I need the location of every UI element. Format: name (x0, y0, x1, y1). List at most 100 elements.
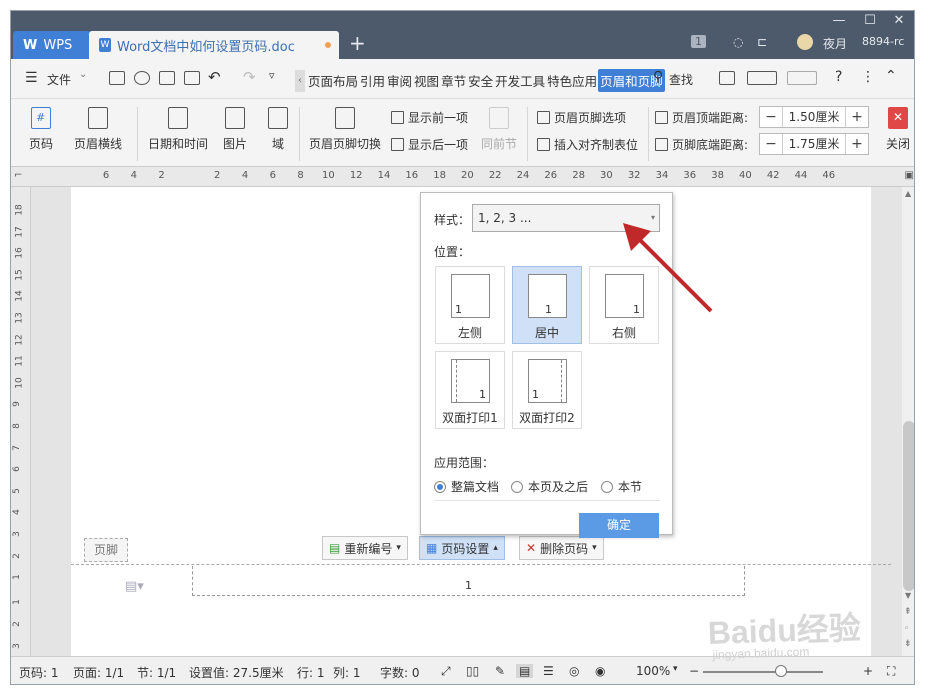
scope-whole-document[interactable]: 整篇文档 (434, 478, 499, 495)
scroll-up-icon[interactable]: ▲ (905, 189, 911, 198)
next-page-icon[interactable]: ⇟ (904, 639, 912, 649)
status-page-number[interactable]: 页码: 1 (19, 664, 59, 681)
user-name[interactable]: 夜月 (823, 35, 847, 52)
status-row[interactable]: 行: 1 (297, 664, 325, 681)
position-center[interactable]: 1 居中 (512, 266, 582, 344)
zoom-in-button[interactable]: + (863, 664, 873, 678)
user-avatar[interactable] (797, 34, 813, 50)
fullscreen-icon[interactable]: ⤢ (441, 664, 451, 679)
prev-page-icon[interactable]: ⇞ (904, 607, 912, 617)
position-duplex-2[interactable]: 1 双面打印2 (512, 351, 582, 429)
tab-developer[interactable]: 开发工具 (494, 71, 546, 90)
hamburger-icon[interactable]: ☰ (25, 70, 38, 86)
export-icon[interactable] (134, 71, 150, 85)
tab-references[interactable]: 引用 (359, 71, 386, 90)
collapse-ribbon-icon[interactable]: ⌃ (885, 68, 897, 84)
outline-view-icon[interactable]: ☰ (543, 664, 554, 678)
decrement-button[interactable]: − (760, 109, 782, 125)
zoom-out-button[interactable]: − (689, 664, 699, 678)
window-counter-badge[interactable]: 1 (691, 35, 706, 48)
scrollbar-thumb[interactable] (903, 421, 914, 591)
picture-button[interactable]: 图片 (215, 107, 255, 152)
share-doc-icon[interactable] (719, 71, 735, 85)
comment-dropdown-icon[interactable] (747, 71, 777, 85)
eye-protection-icon[interactable]: ◉ (595, 664, 605, 678)
scroll-left-icon[interactable]: ‹ (295, 69, 305, 92)
select-browse-icon[interactable]: ◦ (904, 624, 909, 634)
tab-security[interactable]: 安全 (467, 71, 494, 90)
show-prev-button[interactable]: 显示前一项 (391, 109, 468, 126)
header-footer-switch-button[interactable]: 页眉页脚切换 (307, 107, 383, 152)
page-view-icon[interactable]: ▤ (516, 664, 534, 678)
increment-button[interactable]: + (846, 109, 868, 125)
tab-document[interactable]: W Word文档中如何设置页码.doc (89, 31, 339, 59)
header-top-value[interactable]: 1.50厘米 (782, 107, 846, 127)
header-top-stepper[interactable]: − 1.50厘米 + (759, 106, 869, 128)
print-preview-icon[interactable] (184, 71, 200, 85)
ok-button[interactable]: 确定 (579, 513, 659, 538)
vertical-scrollbar[interactable]: ▲ ▼ ⇞ ◦ ⇟ (902, 187, 914, 656)
tab-view[interactable]: 视图 (413, 71, 440, 90)
undo-icon[interactable]: ↶ (208, 68, 221, 86)
tab-review[interactable]: 审阅 (386, 71, 413, 90)
show-next-button[interactable]: 显示后一项 (391, 136, 468, 153)
status-section[interactable]: 节: 1/1 (137, 664, 176, 681)
minimize-button[interactable]: — (828, 13, 850, 28)
scroll-down-icon[interactable]: ▼ (905, 591, 911, 600)
datetime-button[interactable]: 日期和时间 (145, 107, 211, 152)
delete-page-number-button[interactable]: ✕ 删除页码 ▾ (519, 536, 604, 560)
zoom-dropdown-icon[interactable]: ▾ (673, 664, 678, 674)
decrement-button[interactable]: − (760, 136, 782, 152)
increment-button[interactable]: + (846, 136, 868, 152)
zoom-slider-track[interactable] (703, 671, 823, 673)
status-col[interactable]: 列: 1 (333, 664, 361, 681)
footer-content-box[interactable]: 1 (192, 566, 745, 596)
cloud-dropdown-icon[interactable] (787, 71, 817, 85)
find-button[interactable]: 查找 (669, 71, 693, 88)
page-number-button[interactable]: # 页码 (23, 107, 59, 152)
pen-icon[interactable]: ✎ (495, 664, 505, 678)
insert-align-tab-button[interactable]: 插入对齐制表位 (537, 136, 638, 153)
zoom-value[interactable]: 100% (636, 664, 670, 678)
tab-special[interactable]: 特色应用 (546, 71, 598, 90)
header-line-button[interactable]: 页眉横线 (67, 107, 129, 152)
zoom-slider-knob[interactable] (775, 665, 787, 677)
tab-wps-home[interactable]: W WPS (13, 31, 91, 59)
tab-stop-icon[interactable]: ⌐ (14, 170, 22, 181)
web-view-icon[interactable]: ◎ (569, 664, 579, 678)
more-icon[interactable]: ⋮ (861, 69, 875, 85)
paste-options-icon[interactable]: ▤▾ (125, 579, 144, 594)
close-window-button[interactable]: ✕ (888, 13, 910, 28)
new-tab-button[interactable]: + (349, 31, 366, 55)
page-setup-button[interactable]: ▦ 页码设置 ▴ (419, 536, 505, 560)
footer-bottom-value[interactable]: 1.75厘米 (782, 134, 846, 154)
status-words[interactable]: 字数: 0 (380, 664, 420, 681)
customize-dropdown-icon[interactable]: ▿ (269, 69, 275, 82)
position-left[interactable]: 1 左侧 (435, 266, 505, 344)
chevron-down-icon[interactable]: ⌄ (79, 69, 87, 80)
status-page[interactable]: 页面: 1/1 (73, 664, 124, 681)
share-icon[interactable]: ⊏ (757, 35, 767, 49)
read-mode-icon[interactable]: ▯▯ (466, 664, 479, 678)
scope-this-section[interactable]: 本节 (601, 478, 642, 495)
maximize-button[interactable]: ☐ (859, 13, 881, 28)
status-setting[interactable]: 设置值: 27.5厘米 (189, 664, 284, 681)
fit-window-icon[interactable]: ⛶ (887, 664, 895, 679)
redo-icon[interactable]: ↷ (243, 68, 256, 86)
help-icon[interactable]: ? (835, 69, 842, 85)
tab-page-layout[interactable]: 页面布局 (307, 71, 359, 90)
position-duplex-1[interactable]: 1 双面打印1 (435, 351, 505, 429)
scope-this-page-onward[interactable]: 本页及之后 (511, 478, 588, 495)
print-icon[interactable] (159, 71, 175, 85)
renumber-button[interactable]: ▤ 重新编号 ▾ (322, 536, 408, 560)
hf-options-button[interactable]: 页眉页脚选项 (537, 109, 626, 126)
ruler-toggle-icon[interactable]: ▣ (905, 170, 914, 181)
close-hf-button[interactable]: ✕ 关闭 (883, 107, 913, 152)
save-icon[interactable] (109, 71, 125, 85)
skin-icon[interactable]: ◌ (733, 35, 743, 49)
tab-section[interactable]: 章节 (440, 71, 467, 90)
field-button[interactable]: 域 (263, 107, 293, 152)
file-menu[interactable]: 文件 (47, 71, 71, 88)
search-icon[interactable]: ⚲ (653, 69, 663, 85)
same-as-prev-button[interactable]: 同前节 (479, 107, 519, 152)
